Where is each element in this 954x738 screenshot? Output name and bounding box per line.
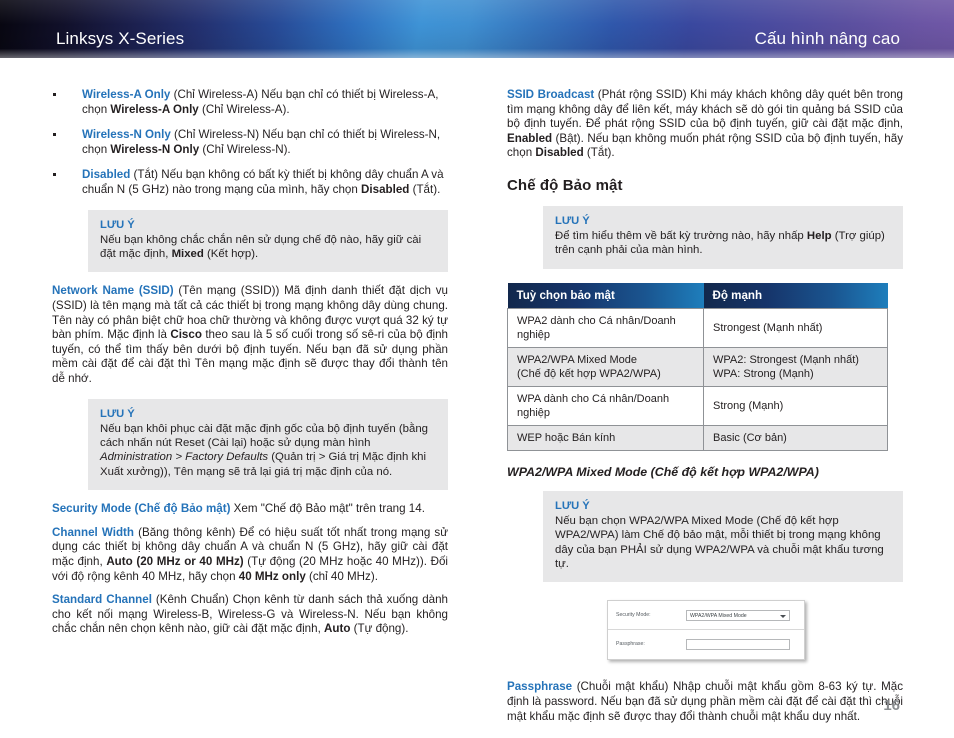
bullet-bold: Wireless-A Only	[110, 102, 199, 116]
paragraph-network-name: Network Name (SSID) (Tên mạng (SSID)) Mã…	[52, 284, 448, 386]
bullet-dot-icon	[53, 173, 56, 176]
table-cell-option: WEP hoặc Bán kính	[507, 424, 704, 451]
note-box-mixed-default: LƯU Ý Nếu bạn không chắc chắn nên sử dụn…	[88, 209, 448, 273]
table-row: WPA2 dành cho Cá nhân/Doanh nghiệp Stron…	[507, 307, 888, 348]
paragraph-term: Standard Channel	[52, 593, 152, 607]
bullet-text-b: (Tắt).	[409, 182, 441, 196]
paragraph-standard-channel: Standard Channel (Kênh Chuẩn) Chọn kênh …	[52, 593, 448, 637]
table-cell-strength-line1: WPA2: Strongest (Mạnh nhất)	[713, 353, 859, 366]
table-row: WEP hoặc Bán kính Basic (Cơ bản)	[507, 424, 888, 451]
note-title: LƯU Ý	[100, 218, 135, 231]
note-text-b: (Kết hợp).	[203, 247, 259, 260]
bullet-dot-icon	[53, 93, 56, 96]
table-cell-strength: Strong (Mạnh)	[703, 385, 888, 426]
table-cell-option: WPA2/WPA Mixed Mode (Chế độ kết hợp WPA2…	[507, 346, 704, 387]
bullet-text-b: (Chỉ Wireless-N).	[199, 142, 291, 156]
note-text-a: Để tìm hiểu thêm về bất kỳ trường nào, h…	[555, 229, 807, 242]
note-text-a: Nếu bạn không chắc chắn nên sử dụng chế …	[100, 233, 422, 260]
header-section-title: Cấu hình nâng cao	[754, 29, 900, 48]
paragraph-text-c: (chỉ 40 MHz).	[305, 569, 378, 583]
note-body: Để tìm hiểu thêm về bất kỳ trường nào, h…	[555, 229, 891, 258]
bullet-term: Disabled	[82, 168, 131, 182]
paragraph-term: Security Mode (Chế độ Bảo mật)	[52, 502, 231, 516]
paragraph-bold: Cisco	[170, 328, 202, 342]
paragraph-term: SSID Broadcast	[507, 88, 595, 101]
note-body: Nếu bạn khôi phục cài đặt mặc định gốc c…	[100, 422, 436, 480]
right-column: SSID Broadcast (Phát rộng SSID) Khi máy …	[507, 88, 903, 724]
bullet-bold: Wireless-N Only	[110, 142, 200, 156]
paragraph-bold-b: 40 MHz only	[238, 569, 306, 583]
chevron-down-icon	[780, 614, 786, 618]
table-cell-strength: WPA2: Strongest (Mạnh nhất) WPA: Strong …	[703, 346, 888, 387]
bullet-text-b: (Chỉ Wireless-A).	[198, 102, 290, 116]
list-item: Wireless-N Only (Chỉ Wireless-N) Nếu bạn…	[52, 128, 448, 157]
note-bold: Mixed	[171, 247, 204, 260]
table-header-option: Tuỳ chọn bảo mật	[507, 282, 704, 309]
list-item: Disabled (Tắt) Nếu bạn không có bất kỳ t…	[52, 168, 448, 197]
page-number: 16	[883, 697, 900, 714]
table-cell-strength: Basic (Cơ bản)	[703, 424, 888, 451]
note-bold: Help	[806, 229, 832, 242]
table-row: WPA dành cho Cá nhân/Doanh nghiệp Strong…	[507, 385, 888, 426]
table-cell-strength: Strongest (Mạnh nhất)	[703, 307, 888, 348]
paragraph-security-mode: Security Mode (Chế độ Bảo mật) Xem "Chế …	[52, 502, 448, 517]
paragraph-channel-width: Channel Width (Băng thông kênh) Để có hi…	[52, 526, 448, 584]
table-cell-option: WPA dành cho Cá nhân/Doanh nghiệp	[507, 385, 704, 426]
table-cell-option-line2: (Chế độ kết hợp WPA2/WPA)	[517, 367, 661, 380]
wireless-mode-bullet-list: Wireless-A Only (Chỉ Wireless-A) Nếu bạn…	[52, 88, 448, 198]
subsection-heading-wpa2-wpa-mixed: WPA2/WPA Mixed Mode (Chế độ kết hợp WPA2…	[507, 464, 819, 479]
paragraph-text: Xem "Chế độ Bảo mật" trên trang 14.	[230, 502, 425, 516]
screenshot-passphrase-label: Passphrase:	[616, 641, 645, 648]
table-header-strength: Độ mạnh	[703, 282, 888, 309]
note-body: Nếu bạn không chắc chắn nên sử dụng chế …	[100, 233, 436, 262]
paragraph-text-c: (Tắt).	[583, 146, 615, 160]
paragraph-term: Passphrase	[507, 680, 573, 694]
paragraph-bold-b: Disabled	[535, 146, 584, 160]
paragraph-ssid-broadcast: SSID Broadcast (Phát rộng SSID) Khi máy …	[507, 88, 903, 161]
screenshot-passphrase-input[interactable]	[686, 638, 790, 650]
note-body: Nếu bạn chọn WPA2/WPA Mixed Mode (Chế độ…	[555, 514, 884, 570]
paragraph-bold-a: Enabled	[507, 131, 553, 145]
paragraph-term: Channel Width	[52, 525, 134, 539]
screenshot-security-mode-label: Security Mode:	[616, 612, 651, 619]
note-title: LƯU Ý	[100, 407, 135, 420]
section-heading-security-mode: Chế độ Bảo mật	[507, 176, 623, 194]
note-italic: Administration > Factory Defaults	[100, 451, 269, 464]
note-title: LƯU Ý	[555, 214, 590, 227]
note-box-mixed-mode: LƯU Ý Nếu bạn chọn WPA2/WPA Mixed Mode (…	[543, 490, 903, 583]
table-cell-option: WPA2 dành cho Cá nhân/Doanh nghiệp	[507, 307, 704, 348]
paragraph-passphrase: Passphrase (Chuỗi mật khẩu) Nhập chuỗi m…	[507, 680, 903, 724]
note-box-help: LƯU Ý Để tìm hiểu thêm về bất kỳ trường …	[543, 205, 903, 269]
screenshot-passphrase-row: Passphrase:	[608, 629, 804, 658]
screenshot-figure: Security Mode: WPA2/WPA Mixed Mode Passp…	[607, 600, 807, 661]
left-column: Wireless-A Only (Chỉ Wireless-A) Nếu bạn…	[52, 88, 448, 637]
note-box-factory-reset: LƯU Ý Nếu bạn khôi phục cài đặt mặc định…	[88, 398, 448, 491]
paragraph-bold-a: Auto (20 MHz or 40 MHz)	[106, 554, 244, 568]
embedded-router-ui-screenshot: Security Mode: WPA2/WPA Mixed Mode Passp…	[607, 600, 805, 661]
table-cell-option-line1: WPA2/WPA Mixed Mode	[517, 353, 638, 366]
paragraph-bold: Auto	[324, 622, 351, 636]
table-row: WPA2/WPA Mixed Mode (Chế độ kết hợp WPA2…	[507, 346, 888, 387]
screenshot-security-mode-value: WPA2/WPA Mixed Mode	[690, 612, 747, 619]
page-header-banner: Linksys X-Series Cấu hình nâng cao	[0, 0, 954, 58]
header-product-title: Linksys X-Series	[56, 29, 185, 48]
security-options-table: Tuỳ chọn bảo mật Độ mạnh WPA2 dành cho C…	[507, 282, 888, 451]
screenshot-security-mode-row: Security Mode: WPA2/WPA Mixed Mode	[608, 601, 804, 629]
table-header-row: Tuỳ chọn bảo mật Độ mạnh	[507, 282, 888, 309]
table-cell-strength-line2: WPA: Strong (Mạnh)	[713, 367, 814, 380]
screenshot-security-mode-dropdown[interactable]: WPA2/WPA Mixed Mode	[686, 609, 790, 621]
note-title: LƯU Ý	[555, 499, 590, 512]
bullet-bold: Disabled	[361, 182, 410, 196]
list-item: Wireless-A Only (Chỉ Wireless-A) Nếu bạn…	[52, 88, 448, 117]
note-text-a: Nếu bạn khôi phục cài đặt mặc định gốc c…	[100, 422, 429, 449]
paragraph-text-b: (Tự động).	[350, 622, 409, 636]
bullet-term: Wireless-A Only	[82, 88, 171, 101]
bullet-dot-icon	[53, 133, 56, 136]
bullet-term: Wireless-N Only	[82, 128, 171, 142]
paragraph-term: Network Name (SSID)	[52, 284, 174, 298]
